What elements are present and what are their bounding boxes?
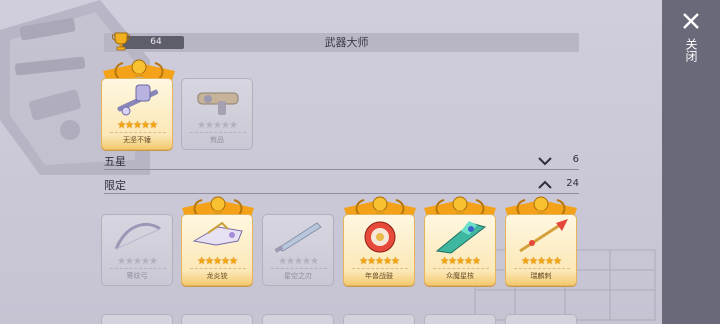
weapon-name: 星空之刃 xyxy=(284,272,312,280)
weapon-card-partial[interactable] xyxy=(424,314,496,324)
weapon-card-hammer[interactable]: ★★★★★ 无坚不锤 xyxy=(101,78,173,150)
divider xyxy=(190,132,246,133)
section-label: 五星 xyxy=(104,155,126,168)
blade-icon xyxy=(274,222,322,253)
section-label: 限定 xyxy=(104,179,126,192)
weapon-name: 无坚不锤 xyxy=(123,136,151,144)
weapon-card-war-drum[interactable]: ★★★★★ 年兽战鼓 xyxy=(343,214,415,286)
page-title: 武器大师 xyxy=(324,36,369,49)
weapon-name: 煎品 xyxy=(210,136,224,144)
weapon-card-gun[interactable]: ★★★★★ 煎品 xyxy=(181,78,253,150)
section-limited[interactable]: 限定 24 xyxy=(104,176,579,194)
weapon-card-spear[interactable]: ★★★★★ 瑞麟刺 xyxy=(505,214,577,286)
divider xyxy=(352,268,408,269)
weapon-card-partial[interactable] xyxy=(343,314,415,324)
gun-icon xyxy=(197,92,239,115)
drum-icon xyxy=(364,221,396,253)
crystal-icon xyxy=(435,221,487,254)
divider xyxy=(514,268,570,269)
divider xyxy=(190,268,246,269)
close-button[interactable]: 关闭 xyxy=(672,8,712,68)
star-rating: ★★★★★ xyxy=(197,120,238,131)
weapon-card-partial[interactable] xyxy=(505,314,577,324)
blaster-icon xyxy=(192,221,243,246)
weapon-card-star-core[interactable]: ★★★★★ 众魔星核 xyxy=(424,214,496,286)
weapon-card-starblade[interactable]: ★★★★★ 星空之刃 xyxy=(262,214,334,286)
weapon-name: 瑞麟刺 xyxy=(530,272,552,280)
weapon-name: 龙炎铳 xyxy=(206,272,228,280)
star-rating: ★★★★★ xyxy=(117,256,158,267)
chevron-up-icon xyxy=(538,180,552,189)
chevron-down-icon xyxy=(538,157,552,166)
weapon-name: 年兽战鼓 xyxy=(365,272,393,280)
collection-header: 64 武器大师 xyxy=(104,32,579,52)
close-icon xyxy=(683,13,699,29)
section-five-star[interactable]: 五星 6 xyxy=(104,152,579,170)
weapon-card-partial[interactable] xyxy=(181,314,253,324)
star-rating: ★★★★★ xyxy=(440,256,481,267)
divider xyxy=(110,268,166,269)
star-rating: ★★★★★ xyxy=(117,120,158,131)
side-panel: 关闭 xyxy=(662,0,720,324)
weapon-card-bow[interactable]: ★★★★★ 寄纹弓 xyxy=(101,214,173,286)
weapon-name: 寄纹弓 xyxy=(126,272,148,280)
weapon-name: 众魔星核 xyxy=(446,272,474,280)
weapon-card-dragon-blaster[interactable]: ★★★★★ 龙炎铳 xyxy=(181,214,253,286)
divider xyxy=(110,132,166,133)
star-rating: ★★★★★ xyxy=(521,256,562,267)
close-label: 关闭 xyxy=(684,38,698,62)
divider xyxy=(433,268,489,269)
weapon-card-partial[interactable] xyxy=(101,314,173,324)
star-rating: ★★★★★ xyxy=(359,256,400,267)
bow-icon xyxy=(114,222,161,250)
section-count: 6 xyxy=(572,154,579,165)
star-rating: ★★★★★ xyxy=(278,256,319,267)
star-rating: ★★★★★ xyxy=(197,256,238,267)
spear-icon xyxy=(519,219,568,253)
divider xyxy=(271,268,327,269)
weapon-card-partial[interactable] xyxy=(262,314,334,324)
hammer-icon xyxy=(117,84,159,116)
section-count: 24 xyxy=(566,178,579,189)
